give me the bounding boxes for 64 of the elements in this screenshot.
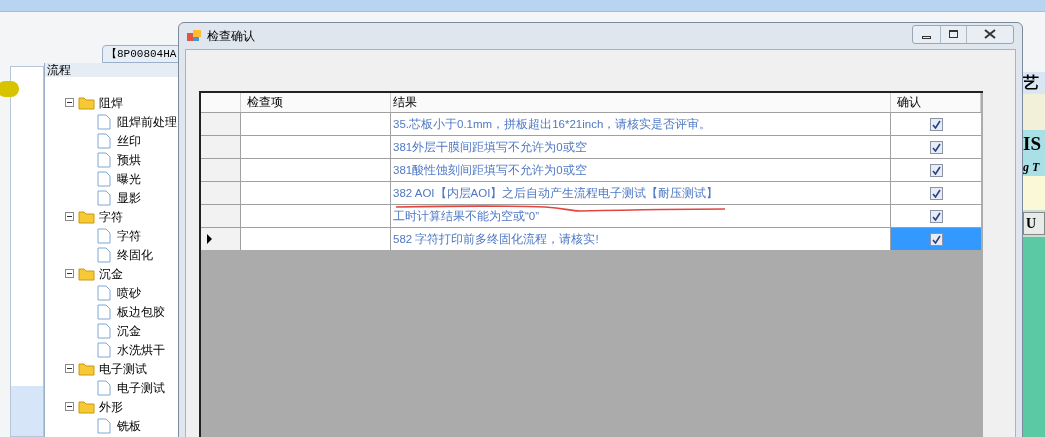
side-panel (11, 386, 43, 436)
document-icon (97, 227, 111, 244)
window-title: 检查确认 (207, 28, 255, 45)
checkbox[interactable] (929, 117, 943, 131)
panel-band (1023, 176, 1045, 210)
document-icon (97, 189, 111, 206)
folder-icon (78, 95, 95, 110)
status-blob-icon (0, 81, 19, 97)
document-icon (97, 246, 111, 263)
document-icon (97, 284, 111, 301)
panel-button[interactable]: U (1023, 212, 1045, 235)
panel-heading: 艺 (1023, 72, 1045, 94)
app-icon (187, 30, 201, 42)
checkbox[interactable] (929, 186, 943, 200)
collapse-toggle[interactable] (65, 402, 74, 411)
tree-folder-label[interactable]: 沉金 (99, 264, 123, 283)
table-cell[interactable] (891, 228, 981, 250)
document-icon (97, 379, 111, 396)
document-icon (97, 170, 111, 187)
document-icon (97, 417, 111, 434)
tree-item-label[interactable]: 水洗烘干 (117, 340, 165, 359)
collapse-toggle[interactable] (65, 269, 74, 278)
collapse-toggle[interactable] (65, 212, 74, 221)
tree-item-label[interactable]: 板边包胶 (117, 302, 165, 321)
tree-item-label[interactable]: 电子测试 (117, 378, 165, 397)
tree-item-label[interactable]: 丝印 (117, 131, 141, 150)
tree-item-label[interactable]: 阻焊前处理 (117, 112, 177, 131)
folder-icon (78, 209, 95, 224)
tree-item-label[interactable]: 显影 (117, 188, 141, 207)
checkbox[interactable] (929, 163, 943, 177)
tree-item-label[interactable]: 预烘 (117, 150, 141, 169)
document-icon (97, 322, 111, 339)
document-icon (97, 113, 111, 130)
checkbox[interactable] (929, 209, 943, 223)
checkbox[interactable] (929, 232, 943, 246)
document-icon (97, 132, 111, 149)
tree-header: 流程 (45, 63, 178, 77)
document-icon (97, 151, 111, 168)
collapse-toggle[interactable] (65, 98, 74, 107)
tree-folder-label[interactable]: 外形 (99, 397, 123, 416)
panel-subtitle: g T (1023, 158, 1045, 176)
minimize-icon (922, 35, 931, 39)
folder-icon (78, 399, 95, 414)
checkbox[interactable] (929, 140, 943, 154)
maximize-icon (949, 30, 958, 38)
panel-title: IS (1023, 130, 1045, 158)
tree-item-label[interactable]: 曝光 (117, 169, 141, 188)
row-header[interactable] (201, 228, 241, 250)
document-icon (97, 341, 111, 358)
folder-icon (78, 266, 95, 281)
panel-band (1023, 94, 1045, 130)
tree-item-label[interactable]: 铣板 (117, 416, 141, 435)
folder-icon (78, 361, 95, 376)
tree-folder-label[interactable]: 字符 (99, 207, 123, 226)
collapse-toggle[interactable] (65, 364, 74, 373)
close-icon (984, 29, 996, 39)
tree-folder-label[interactable]: 阻焊 (99, 93, 123, 112)
current-row-icon (207, 234, 212, 244)
tree-folder-label[interactable]: 电子测试 (99, 359, 147, 378)
tree-item-label[interactable]: 喷砂 (117, 283, 141, 302)
tree-item-label[interactable]: 沉金 (117, 321, 141, 340)
document-icon (97, 303, 111, 320)
tree-item-label[interactable]: 字符 (117, 226, 141, 245)
tree-item-label[interactable]: 终固化 (117, 245, 153, 264)
